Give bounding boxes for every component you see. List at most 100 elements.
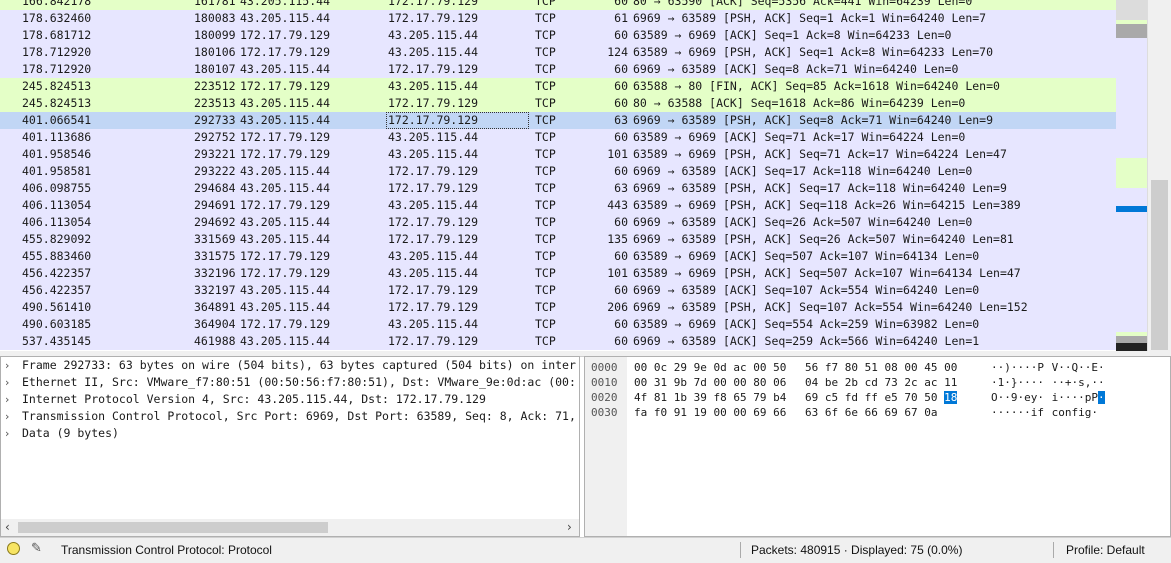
packet-protocol: TCP bbox=[535, 164, 556, 178]
packet-source: 172.17.79.129 bbox=[240, 147, 331, 161]
packet-length: 60 bbox=[614, 0, 628, 8]
packet-protocol: TCP bbox=[535, 249, 556, 263]
packet-row[interactable]: 401.958546 293221 172.17.79.129 43.205.115.… bbox=[0, 146, 1116, 163]
packet-row[interactable]: 406.113054 294692 43.205.115.44 172.17.79.1… bbox=[0, 214, 1116, 231]
packet-row[interactable]: 166.842178 161781 43.205.115.44 172.17.79.1… bbox=[0, 0, 1116, 10]
scrollbar-thumb[interactable] bbox=[18, 522, 328, 533]
packet-row[interactable]: 455.883460 331575 172.17.79.129 43.205.115.… bbox=[0, 248, 1116, 265]
expand-arrow-icon[interactable]: › bbox=[5, 357, 9, 374]
packet-source: 43.205.115.44 bbox=[240, 164, 331, 178]
packet-destination: 172.17.79.129 bbox=[388, 334, 479, 348]
packet-destination: 172.17.79.129 bbox=[386, 112, 529, 129]
packet-row[interactable]: 178.712920 180107 43.205.115.44 172.17.79.1… bbox=[0, 61, 1116, 78]
details-tree-item[interactable]: › Data (9 bytes) bbox=[1, 425, 579, 442]
packet-protocol: TCP bbox=[535, 334, 556, 348]
packet-time: 406.113054 bbox=[22, 198, 92, 212]
hex-offset: 0030 bbox=[591, 406, 618, 419]
packet-number: 161781 bbox=[194, 0, 236, 8]
packet-destination: 43.205.115.44 bbox=[388, 28, 479, 42]
packet-source: 43.205.115.44 bbox=[240, 215, 331, 229]
hex-bytes: 69 c5 fd ff e5 70 50 bbox=[805, 391, 938, 404]
details-tree-item[interactable]: › Transmission Control Protocol, Src Port… bbox=[1, 408, 579, 425]
expand-arrow-icon[interactable]: › bbox=[5, 374, 9, 391]
details-tree-item[interactable]: › Frame 292733: 63 bytes on wire (504 bit… bbox=[1, 357, 579, 374]
packet-row[interactable]: 178.712920 180106 172.17.79.129 43.205.115.… bbox=[0, 44, 1116, 61]
status-separator bbox=[1053, 542, 1054, 558]
packet-row[interactable]: 406.098755 294684 43.205.115.44 172.17.79.1… bbox=[0, 180, 1116, 197]
packet-number: 294692 bbox=[194, 215, 236, 229]
packet-info: 6969 → 63589 [ACK] Seq=17 Ack=118 Win=64… bbox=[633, 164, 973, 178]
packet-time: 456.422357 bbox=[22, 283, 92, 297]
packet-source: 172.17.79.129 bbox=[240, 198, 331, 212]
details-tree-item[interactable]: › Internet Protocol Version 4, Src: 43.20… bbox=[1, 391, 579, 408]
packet-row[interactable]: 245.824513 223513 43.205.115.44 172.17.79.1… bbox=[0, 95, 1116, 112]
packet-row[interactable]: 178.681712 180099 172.17.79.129 43.205.115.… bbox=[0, 27, 1116, 44]
expand-arrow-icon[interactable]: › bbox=[5, 408, 9, 425]
packet-destination: 172.17.79.129 bbox=[388, 283, 479, 297]
packet-source: 43.205.115.44 bbox=[240, 62, 331, 76]
packet-destination: 172.17.79.129 bbox=[388, 96, 479, 110]
packet-time: 456.422357 bbox=[22, 266, 92, 280]
packet-time: 178.681712 bbox=[22, 28, 92, 42]
packet-source: 172.17.79.129 bbox=[240, 45, 331, 59]
details-tree-item[interactable]: › Ethernet II, Src: VMware_f7:80:51 (00:5… bbox=[1, 374, 579, 391]
packet-row[interactable]: 490.603185 364904 172.17.79.129 43.205.115.… bbox=[0, 316, 1116, 333]
packet-number: 331575 bbox=[194, 249, 236, 263]
status-bar: ✎ Transmission Control Protocol: Protoco… bbox=[0, 537, 1171, 563]
packet-number: 294691 bbox=[194, 198, 236, 212]
packet-row[interactable]: 490.561410 364891 43.205.115.44 172.17.79.1… bbox=[0, 299, 1116, 316]
hex-ascii: ··)····P bbox=[991, 361, 1044, 374]
hex-ascii: i····pP bbox=[1045, 391, 1098, 404]
packet-minimap[interactable] bbox=[1116, 0, 1147, 351]
packet-time: 406.113054 bbox=[22, 215, 92, 229]
expert-info-led-icon[interactable] bbox=[7, 542, 20, 555]
packet-row[interactable]: 401.958581 293222 43.205.115.44 172.17.79.1… bbox=[0, 163, 1116, 180]
packet-row[interactable]: 406.113054 294691 172.17.79.129 43.205.115.… bbox=[0, 197, 1116, 214]
packet-info: 63589 → 6969 [PSH, ACK] Seq=71 Ack=17 Wi… bbox=[633, 147, 1007, 161]
packet-source: 43.205.115.44 bbox=[240, 113, 331, 127]
packet-row-selected[interactable]: 401.066541 292733 43.205.115.44 172.17.79.1… bbox=[0, 112, 1116, 129]
expand-arrow-icon[interactable]: › bbox=[5, 425, 9, 442]
packet-destination: 43.205.115.44 bbox=[388, 266, 479, 280]
packet-row[interactable]: 455.829092 331569 43.205.115.44 172.17.79.1… bbox=[0, 231, 1116, 248]
packet-row[interactable]: 456.422357 332196 172.17.79.129 43.205.115.… bbox=[0, 265, 1116, 282]
packet-time: 406.098755 bbox=[22, 181, 92, 195]
packet-time: 401.113686 bbox=[22, 130, 92, 144]
packet-protocol: TCP bbox=[535, 113, 556, 127]
packet-row[interactable]: 456.422357 332197 43.205.115.44 172.17.79.1… bbox=[0, 282, 1116, 299]
packet-time: 490.603185 bbox=[22, 317, 92, 331]
packet-destination: 172.17.79.129 bbox=[388, 232, 479, 246]
packet-protocol: TCP bbox=[535, 79, 556, 93]
scroll-right-icon[interactable]: › bbox=[567, 519, 572, 536]
packet-number: 294684 bbox=[194, 181, 236, 195]
packet-row[interactable]: 245.824513 223512 172.17.79.129 43.205.115.… bbox=[0, 78, 1116, 95]
packet-list-scrollbar[interactable] bbox=[1147, 0, 1171, 351]
packet-number: 293222 bbox=[194, 164, 236, 178]
edit-comment-icon[interactable]: ✎ bbox=[31, 541, 42, 556]
packet-length: 101 bbox=[607, 266, 628, 280]
packet-destination: 43.205.115.44 bbox=[388, 198, 479, 212]
packet-row[interactable]: 401.113686 292752 172.17.79.129 43.205.115.… bbox=[0, 129, 1116, 146]
packet-number: 331569 bbox=[194, 232, 236, 246]
hex-bytes: 00 31 9b 7d 00 00 80 06 bbox=[634, 376, 787, 389]
scrollbar-thumb[interactable] bbox=[1151, 180, 1168, 350]
packet-number: 364891 bbox=[194, 300, 236, 314]
packet-info: 63589 → 6969 [ACK] Seq=554 Ack=259 Win=6… bbox=[633, 317, 980, 331]
packet-protocol: TCP bbox=[535, 11, 556, 25]
hex-bytes: 04 be 2b cd 73 2c ac 11 bbox=[805, 376, 958, 389]
hex-ascii: ······if bbox=[991, 406, 1044, 419]
details-item-label: Frame 292733: 63 bytes on wire (504 bits… bbox=[22, 358, 576, 372]
packet-source: 43.205.115.44 bbox=[240, 334, 331, 348]
details-horizontal-scrollbar[interactable]: ‹ › bbox=[1, 519, 579, 536]
hex-offset: 0000 bbox=[591, 361, 618, 374]
expand-arrow-icon[interactable]: › bbox=[5, 391, 9, 408]
packet-destination: 172.17.79.129 bbox=[388, 0, 479, 8]
hex-selected-ascii[interactable]: · bbox=[1097, 391, 1105, 404]
status-profile[interactable]: Profile: Default bbox=[1066, 543, 1145, 557]
packet-row[interactable]: 537.435145 461988 43.205.115.44 172.17.79.1… bbox=[0, 333, 1116, 350]
packet-number: 223512 bbox=[194, 79, 236, 93]
hex-selected-byte[interactable]: 18 bbox=[944, 391, 958, 404]
packet-row[interactable]: 178.632460 180083 43.205.115.44 172.17.79.1… bbox=[0, 10, 1116, 27]
scroll-left-icon[interactable]: ‹ bbox=[5, 519, 10, 536]
packet-time: 455.829092 bbox=[22, 232, 92, 246]
